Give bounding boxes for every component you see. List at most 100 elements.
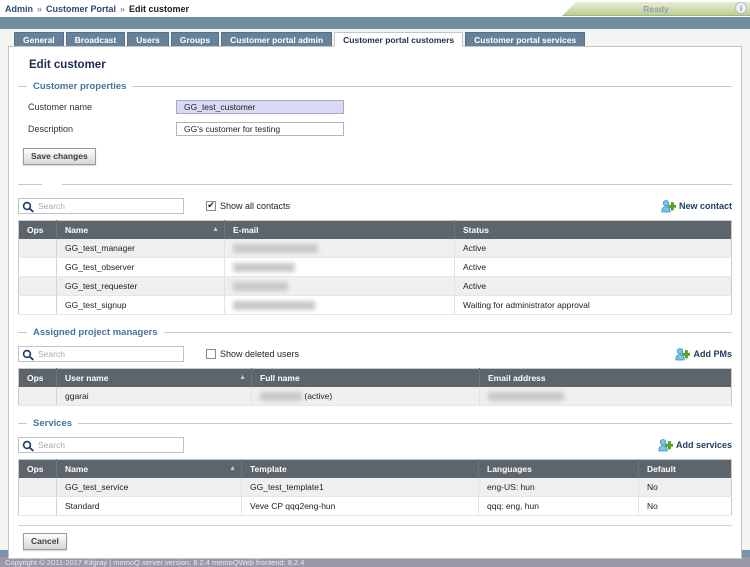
column-header-email-address[interactable]: Email address	[480, 369, 732, 387]
section-project-managers: Assigned project managers	[18, 326, 732, 338]
service-name-cell: Standard	[57, 497, 242, 516]
contacts-table: OpsName▲E-mailStatus GG_test_managerActi…	[18, 220, 732, 315]
ops-cell	[19, 296, 57, 315]
save-changes-button[interactable]: Save changes	[23, 148, 96, 165]
redacted-text	[233, 301, 315, 310]
sort-ascending-icon: ▲	[212, 226, 219, 233]
tab-general[interactable]: General	[14, 32, 64, 46]
pm-username-cell: ggarai	[57, 387, 252, 406]
add-pms-button[interactable]: Add PMs	[675, 347, 732, 361]
show-all-contacts-checkbox[interactable]	[206, 201, 216, 211]
section-contacts-divider	[18, 178, 732, 190]
show-deleted-users-label: Show deleted users	[220, 349, 299, 359]
section-customer-properties: Customer properties	[18, 80, 732, 92]
add-services-button[interactable]: Add services	[658, 438, 732, 452]
person-add-icon	[658, 438, 673, 452]
bottom-divider	[18, 525, 732, 526]
section-title: Services	[27, 418, 78, 429]
new-contact-button[interactable]: New contact	[661, 199, 732, 213]
tab-broadcast[interactable]: Broadcast	[66, 32, 126, 46]
ops-cell	[19, 497, 57, 516]
pm-table: OpsUser name▲Full nameEmail address ggar…	[18, 368, 732, 406]
form-row: Customer name	[28, 99, 732, 114]
contact-email-cell	[225, 296, 455, 315]
search-icon	[22, 201, 34, 213]
contact-status-cell: Active	[455, 258, 732, 277]
tab-customer-portal-services[interactable]: Customer portal services	[465, 32, 585, 46]
service-default-cell: No	[639, 478, 732, 497]
tab-customer-portal-customers[interactable]: Customer portal customers	[334, 32, 463, 47]
sort-ascending-icon: ▲	[229, 465, 236, 472]
status-ready-label: Ready	[643, 4, 669, 14]
redacted-text	[488, 392, 564, 401]
info-icon[interactable]: i	[735, 2, 747, 14]
redacted-text	[233, 263, 295, 272]
service-languages-cell: eng-US: hun	[479, 478, 639, 497]
column-header-user-name[interactable]: User name▲	[57, 369, 252, 387]
tab-groups[interactable]: Groups	[171, 32, 219, 46]
tab-customer-portal-admin[interactable]: Customer portal admin	[221, 32, 332, 46]
breadcrumb-item[interactable]: Customer Portal	[46, 4, 116, 14]
cancel-button[interactable]: Cancel	[23, 533, 67, 550]
search-icon	[22, 440, 34, 452]
table-row: GG_test_observer Active	[19, 258, 732, 277]
column-header-ops[interactable]: Ops	[19, 369, 57, 387]
tab-users[interactable]: Users	[127, 32, 169, 46]
contact-status-cell: Active	[455, 239, 732, 258]
person-add-icon	[675, 347, 690, 361]
field-input[interactable]	[176, 100, 344, 114]
services-search-input[interactable]	[18, 437, 184, 453]
section-title: Customer properties	[27, 81, 132, 92]
pm-search	[18, 346, 184, 362]
column-header-name[interactable]: Name▲	[57, 460, 242, 478]
service-languages-cell: qqq: eng, hun	[479, 497, 639, 516]
service-template-cell: Veve CP qqq2eng-hun	[242, 497, 479, 516]
column-header-ops[interactable]: Ops	[19, 460, 57, 478]
ops-cell	[19, 239, 57, 258]
contact-status-cell: Active	[455, 277, 732, 296]
table-row: StandardVeve CP qqq2eng-hunqqq: eng, hun…	[19, 497, 732, 516]
contacts-toolbar: Show all contacts New contact	[18, 197, 732, 215]
person-add-icon	[661, 199, 676, 213]
top-bar: Admin»Customer Portal»Edit customer Read…	[0, 0, 750, 17]
contact-name-cell: GG_test_requester	[57, 277, 225, 296]
column-header-template[interactable]: Template	[242, 460, 479, 478]
redacted-text	[260, 392, 302, 401]
contact-name-cell: GG_test_signup	[57, 296, 225, 315]
breadcrumb: Admin»Customer Portal»Edit customer	[0, 4, 189, 14]
contacts-search-input[interactable]	[18, 198, 184, 214]
section-services: Services	[18, 417, 732, 429]
service-default-cell: No	[639, 497, 732, 516]
services-toolbar: Add services	[18, 436, 732, 454]
pm-search-input[interactable]	[18, 346, 184, 362]
show-deleted-users-checkbox[interactable]	[206, 349, 216, 359]
table-row: GG_test_serviceGG_test_template1eng-US: …	[19, 478, 732, 497]
column-header-ops[interactable]: Ops	[19, 221, 57, 239]
header-divider-bar	[0, 17, 750, 29]
redacted-text	[233, 282, 288, 291]
breadcrumb-item: Edit customer	[129, 4, 189, 14]
page-title: Edit customer	[29, 59, 732, 71]
column-header-status[interactable]: Status	[455, 221, 732, 239]
table-row: GG_test_signup Waiting for administrator …	[19, 296, 732, 315]
contact-status-cell: Waiting for administrator approval	[455, 296, 732, 315]
service-template-cell: GG_test_template1	[242, 478, 479, 497]
column-header-full-name[interactable]: Full name	[252, 369, 480, 387]
contact-email-cell	[225, 239, 455, 258]
main-panel: Edit customer Customer properties Custom…	[8, 46, 742, 559]
show-all-contacts-label: Show all contacts	[220, 201, 290, 211]
breadcrumb-separator: »	[37, 4, 42, 14]
contact-email-cell	[225, 277, 455, 296]
column-header-e-mail[interactable]: E-mail	[225, 221, 455, 239]
breadcrumb-item[interactable]: Admin	[5, 4, 33, 14]
table-row: ggarai (active)	[19, 387, 732, 406]
contact-email-cell	[225, 258, 455, 277]
column-header-name[interactable]: Name▲	[57, 221, 225, 239]
column-header-default[interactable]: Default	[639, 460, 732, 478]
section-title: Assigned project managers	[27, 327, 164, 338]
redacted-text	[233, 244, 318, 253]
column-header-languages[interactable]: Languages	[479, 460, 639, 478]
pm-fullname-cell: (active)	[252, 387, 480, 406]
contact-name-cell: GG_test_observer	[57, 258, 225, 277]
field-input[interactable]	[176, 122, 344, 136]
